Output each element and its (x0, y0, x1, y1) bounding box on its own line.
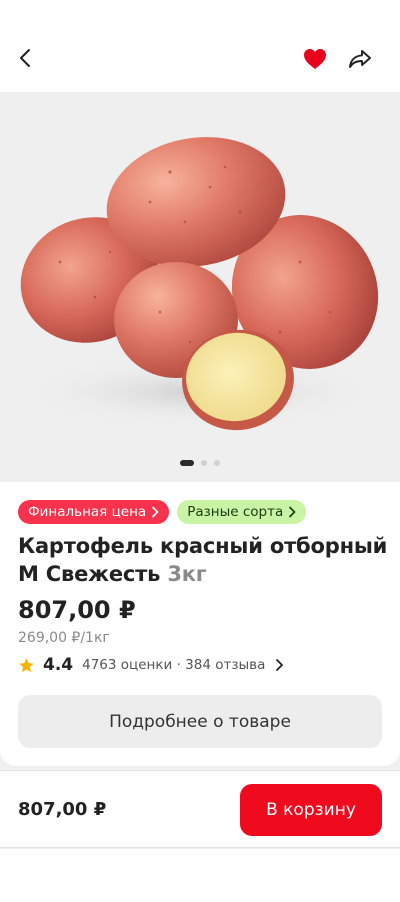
chevron-right-icon (152, 506, 159, 518)
favorite-button[interactable] (300, 44, 330, 74)
gallery-dot[interactable] (214, 460, 220, 466)
product-weight: 3кг (167, 562, 207, 586)
product-image-gallery[interactable] (0, 92, 400, 482)
chevron-right-icon (276, 659, 284, 671)
footer-area (0, 849, 400, 902)
bottom-price: 807,00 ₽ (18, 799, 107, 820)
badges-row: Финальная цена Разные сорта (18, 500, 307, 524)
badge-label: Разные сорта (187, 504, 284, 520)
chevron-right-icon (289, 506, 296, 518)
gallery-pagination (0, 460, 400, 466)
badge-label: Финальная цена (28, 504, 147, 520)
top-app-bar (0, 0, 400, 92)
star-icon (19, 657, 34, 672)
chevron-left-icon (20, 49, 30, 67)
rating-reviews-link[interactable]: 4.4 4763 оценки · 384 отзыва (18, 654, 284, 676)
gallery-dot[interactable] (201, 460, 207, 466)
product-price: 807,00 ₽ (18, 596, 136, 624)
product-details-button[interactable]: Подробнее о товаре (18, 695, 382, 748)
unit-price: 269,00 ₽/1кг (18, 630, 110, 646)
purchase-bar: 807,00 ₽ В корзину (0, 770, 400, 848)
product-title: Картофель красный отборный М Свежесть 3к… (18, 532, 388, 588)
product-info-card: Финальная цена Разные сорта Картофель кр… (0, 482, 400, 766)
add-to-cart-button[interactable]: В корзину (240, 784, 382, 836)
back-button[interactable] (10, 42, 42, 74)
rating-count: 4763 оценки · 384 отзыва (82, 657, 266, 673)
share-arrow-icon (349, 50, 371, 68)
final-price-badge[interactable]: Финальная цена (18, 500, 170, 524)
share-button[interactable] (344, 44, 376, 74)
varieties-badge[interactable]: Разные сорта (177, 500, 307, 524)
gallery-dot-active[interactable] (180, 460, 194, 466)
rating-value: 4.4 (43, 655, 74, 675)
heart-filled-icon (304, 49, 326, 69)
product-image (20, 137, 380, 431)
